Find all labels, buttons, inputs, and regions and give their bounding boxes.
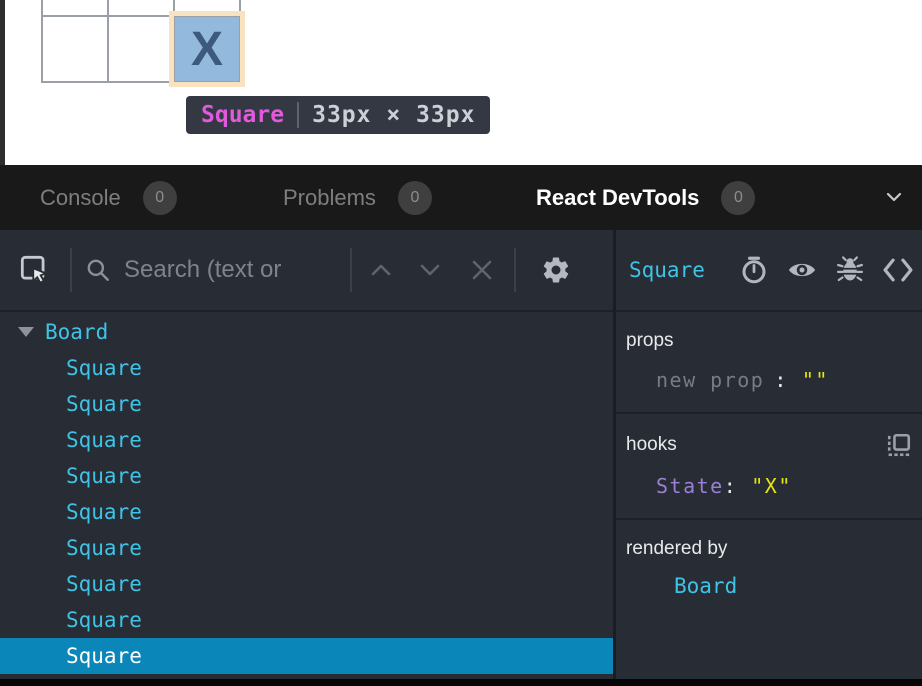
tree-toolbar [0, 230, 613, 312]
props-section: props new prop : "" [616, 312, 922, 414]
rendered-by-link[interactable]: Board [674, 574, 737, 598]
tree-row-square[interactable]: Square [0, 602, 613, 638]
component-name: Square [66, 572, 142, 596]
inspector-toolbar: Square [616, 230, 922, 312]
component-name: Square [66, 608, 142, 632]
tooltip-component-name: Square [201, 102, 284, 128]
rendered-by-section: rendered by Board [616, 520, 922, 618]
component-name: Square [66, 428, 142, 452]
prop-value-field[interactable]: "" [802, 368, 829, 392]
close-icon[interactable] [450, 258, 514, 282]
tab-label: Problems [283, 185, 376, 211]
inspect-tooltip: Square 33px × 33px [186, 96, 490, 134]
tab-console[interactable]: Console 0 [40, 165, 177, 230]
tooltip-divider [297, 102, 299, 128]
chevron-down-icon[interactable] [410, 262, 450, 278]
stopwatch-icon[interactable] [739, 255, 769, 285]
tab-label: React DevTools [536, 185, 699, 211]
board-cell[interactable] [42, 16, 108, 82]
props-row: new prop : "" [656, 368, 912, 392]
component-name: Square [66, 464, 142, 488]
chevron-up-icon[interactable] [352, 262, 410, 278]
component-inspector-pane: Square [616, 230, 922, 679]
component-name: Square [66, 536, 142, 560]
search-icon [72, 257, 124, 283]
bug-icon[interactable] [835, 255, 865, 285]
board-cell[interactable] [108, 0, 174, 16]
react-devtools-panel: Board Square Square Square Square Square Squar… [0, 230, 922, 679]
react-devtools-count-badge: 0 [721, 181, 755, 215]
tree-row-board[interactable]: Board [0, 314, 613, 350]
component-name: Square [66, 356, 142, 380]
tab-label: Console [40, 185, 121, 211]
chevron-down-icon[interactable] [884, 187, 904, 207]
drawer-tabbar: Console 0 Problems 0 React DevTools 0 [0, 165, 922, 230]
colon: : [774, 368, 788, 392]
board-cell-inspected[interactable]: X [174, 16, 240, 82]
tree-row-square[interactable]: Square [0, 350, 613, 386]
tree-row-square[interactable]: Square [0, 386, 613, 422]
hook-state-row: State : "X" [656, 474, 912, 498]
view-source-icon[interactable] [882, 256, 914, 284]
hooks-section: hooks State : "X" [616, 414, 922, 520]
inspect-element-icon[interactable] [0, 255, 70, 285]
cell-x-value: X [175, 17, 239, 81]
tree-row-square[interactable]: Square [0, 422, 613, 458]
console-count-badge: 0 [143, 181, 177, 215]
board-cell[interactable] [108, 16, 174, 82]
hook-value-field[interactable]: "X" [751, 474, 792, 498]
hook-name: State [656, 474, 724, 498]
tree-row-square[interactable]: Square [0, 638, 613, 674]
props-title: props [626, 330, 674, 352]
component-name: Square [66, 392, 142, 416]
components-tree-pane: Board Square Square Square Square Square Squar… [0, 230, 613, 679]
component-name: Square [66, 500, 142, 524]
tooltip-dimensions: 33px × 33px [312, 102, 475, 128]
rendered-by-title: rendered by [626, 538, 727, 560]
tree-row-square[interactable]: Square [0, 494, 613, 530]
inspected-page: X Square 33px × 33px [0, 0, 922, 165]
colon: : [724, 474, 738, 498]
eye-icon[interactable] [786, 255, 818, 285]
board-cell[interactable] [174, 0, 240, 16]
page-left-edge [0, 0, 5, 165]
bottom-edge-bar [0, 679, 922, 686]
component-tree: Board Square Square Square Square Square Squar… [0, 312, 613, 679]
parse-hook-names-icon[interactable] [886, 432, 912, 458]
tab-react-devtools[interactable]: React DevTools 0 [536, 165, 755, 230]
problems-count-badge: 0 [398, 181, 432, 215]
tictactoe-board: X [41, 0, 241, 83]
tree-row-square[interactable]: Square [0, 458, 613, 494]
component-name: Board [45, 320, 108, 344]
tree-row-square[interactable]: Square [0, 566, 613, 602]
selected-component-name: Square [629, 258, 705, 282]
component-name: Square [66, 644, 142, 668]
search-input[interactable] [124, 256, 350, 284]
board-cell[interactable] [42, 0, 108, 16]
new-prop-field[interactable]: new prop [656, 368, 764, 392]
gear-icon[interactable] [516, 255, 596, 285]
hooks-title: hooks [626, 434, 677, 456]
tab-problems[interactable]: Problems 0 [283, 165, 432, 230]
expander-triangle-icon[interactable] [18, 327, 34, 337]
tree-row-square[interactable]: Square [0, 530, 613, 566]
